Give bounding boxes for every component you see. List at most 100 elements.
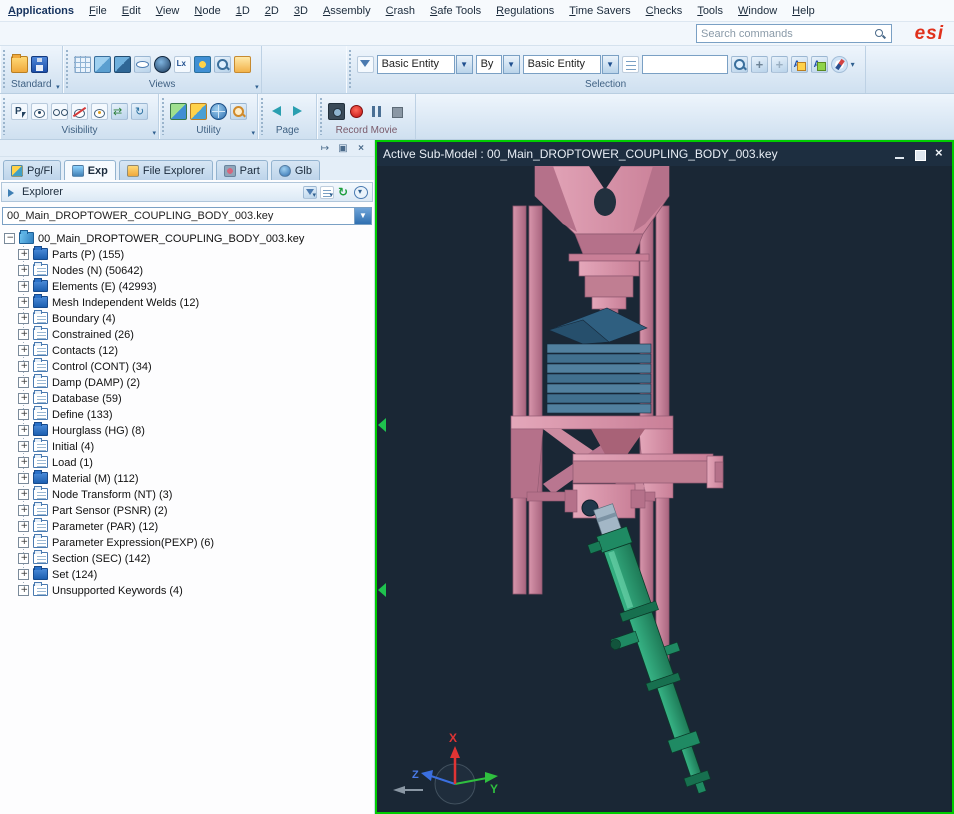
splitter-arrows[interactable] (378, 418, 386, 597)
menu-item[interactable]: Time Savers (569, 5, 630, 17)
menu-item[interactable]: Safe Tools (430, 5, 481, 17)
tree-row[interactable]: Parameter (PAR) (12) (4, 518, 374, 534)
tree-row[interactable]: Nodes (N) (50642) (4, 262, 374, 278)
tree-row[interactable]: Mesh Independent Welds (12) (4, 294, 374, 310)
tree-row[interactable]: Hourglass (HG) (8) (4, 422, 374, 438)
find-id-icon[interactable] (731, 56, 748, 73)
entity-type-combo-2[interactable]: Basic Entity (523, 55, 619, 74)
camera-icon[interactable] (328, 103, 345, 120)
highlight-icon[interactable] (91, 103, 108, 120)
menu-item[interactable]: 3D (294, 5, 308, 17)
menu-item[interactable]: File (89, 5, 107, 17)
expand-icon[interactable] (18, 457, 29, 468)
expand-icon[interactable] (18, 393, 29, 404)
ad-icon[interactable] (811, 56, 828, 73)
tree-row[interactable]: Part Sensor (PSNR) (2) (4, 502, 374, 518)
menu-item[interactable]: Assembly (323, 5, 371, 17)
menu-item[interactable]: Help (792, 5, 815, 17)
menu-item[interactable]: Regulations (496, 5, 554, 17)
tree-row[interactable]: Elements (E) (42993) (4, 278, 374, 294)
save-icon[interactable] (31, 56, 48, 73)
menu-item[interactable]: Applications (8, 5, 74, 17)
expand-icon[interactable] (18, 297, 29, 308)
overflow-arrow-icon[interactable] (56, 83, 60, 91)
tab-exp[interactable]: Exp (64, 160, 116, 180)
menu-item[interactable]: Crash (386, 5, 415, 17)
tree-row[interactable]: Parameter Expression(PEXP) (6) (4, 534, 374, 550)
pick-p-icon[interactable] (11, 103, 28, 120)
pick-filter-icon[interactable] (357, 56, 374, 73)
close-panel-icon[interactable] (354, 142, 368, 155)
menu-item[interactable]: Node (194, 5, 220, 17)
search-icon[interactable] (873, 27, 887, 41)
tree-row[interactable]: Parts (P) (155) (4, 246, 374, 262)
move-tool-icon[interactable] (751, 56, 768, 73)
overflow-arrow-icon[interactable] (255, 83, 259, 91)
expand-icon[interactable] (18, 425, 29, 436)
tree-row[interactable]: Boundary (4) (4, 310, 374, 326)
aid-icon[interactable] (791, 56, 808, 73)
expand-icon[interactable] (18, 265, 29, 276)
3d-viewport[interactable]: Z Y X (377, 166, 952, 812)
chevron-down-icon[interactable] (503, 55, 520, 74)
refresh-icon[interactable] (337, 186, 351, 199)
tree-row[interactable]: Constrained (26) (4, 326, 374, 342)
expand-icon[interactable] (18, 377, 29, 388)
expand-icon[interactable] (18, 441, 29, 452)
overflow-arrow-icon[interactable] (152, 129, 156, 137)
swap-utility-icon[interactable] (190, 103, 207, 120)
snap-tool-icon[interactable] (771, 56, 788, 73)
float-icon[interactable] (336, 142, 350, 155)
expand-icon[interactable] (18, 313, 29, 324)
expand-icon[interactable] (18, 521, 29, 532)
tree-row[interactable]: Set (124) (4, 566, 374, 582)
cube-view-icon[interactable] (94, 56, 111, 73)
selection-id-input[interactable] (642, 55, 728, 74)
chevron-down-icon[interactable] (456, 55, 473, 74)
expand-icon[interactable] (18, 489, 29, 500)
tree-row[interactable]: Control (CONT) (34) (4, 358, 374, 374)
eye-icon[interactable] (31, 103, 48, 120)
collapse-icon[interactable] (4, 233, 15, 244)
tree-root-row[interactable]: 00_Main_DROPTOWER_COUPLING_BODY_003.key (4, 230, 374, 246)
model-file-combo[interactable]: 00_Main_DROPTOWER_COUPLING_BODY_003.key (2, 207, 372, 225)
axis-lx-icon[interactable] (174, 56, 191, 73)
tree-row[interactable]: Database (59) (4, 390, 374, 406)
menu-item[interactable]: Edit (122, 5, 141, 17)
expander-icon[interactable] (6, 186, 18, 198)
expand-icon[interactable] (18, 249, 29, 260)
tree-row[interactable]: Initial (4) (4, 438, 374, 454)
image-utility-icon[interactable] (170, 103, 187, 120)
page-back-icon[interactable] (269, 103, 286, 120)
tab-pgfl[interactable]: Pg/Fl (3, 160, 61, 180)
select-by-combo[interactable]: By (476, 55, 520, 74)
compass-icon[interactable] (831, 56, 848, 73)
entity-type-combo[interactable]: Basic Entity (377, 55, 473, 74)
tree-row[interactable]: Damp (DAMP) (2) (4, 374, 374, 390)
sphere-view-icon[interactable] (154, 56, 171, 73)
menu-item[interactable]: 2D (265, 5, 279, 17)
maximize-icon[interactable] (913, 148, 926, 161)
zoom-area-icon[interactable] (214, 56, 231, 73)
glasses-icon[interactable] (51, 103, 68, 120)
search-input[interactable] (701, 28, 873, 40)
sort-list-icon[interactable] (320, 186, 334, 199)
globe-utility-icon[interactable] (210, 103, 227, 120)
expand-icon[interactable] (18, 537, 29, 548)
chevron-down-icon[interactable] (602, 55, 619, 74)
render-icon[interactable] (234, 56, 251, 73)
expand-icon[interactable] (18, 345, 29, 356)
overflow-arrow-icon[interactable] (251, 129, 255, 137)
tree-row[interactable]: Section (SEC) (142) (4, 550, 374, 566)
expand-icon[interactable] (18, 553, 29, 564)
grid-plane-icon[interactable] (74, 56, 91, 73)
sort-filter-icon[interactable] (303, 186, 317, 199)
record-icon[interactable] (348, 103, 365, 120)
expand-icon[interactable] (18, 281, 29, 292)
swap-visibility-icon[interactable] (111, 103, 128, 120)
tree-row[interactable]: Contacts (12) (4, 342, 374, 358)
id-list-icon[interactable] (622, 56, 639, 73)
expand-icon[interactable] (18, 585, 29, 596)
tree-row[interactable]: Define (133) (4, 406, 374, 422)
menu-item[interactable]: Tools (697, 5, 723, 17)
